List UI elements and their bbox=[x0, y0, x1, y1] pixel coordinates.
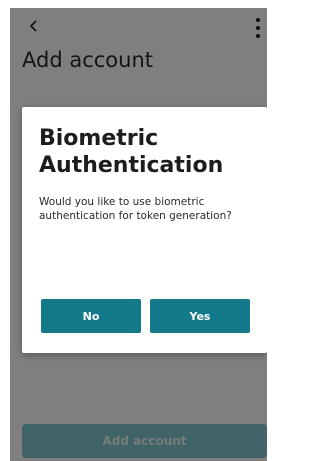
dialog-message: Would you like to use biometric authenti… bbox=[39, 196, 232, 222]
add-account-screen: Add account Add account Biometric Authen… bbox=[10, 8, 267, 461]
dialog-title: Biometric Authentication bbox=[39, 126, 224, 178]
no-button[interactable]: No bbox=[41, 299, 141, 333]
biometric-dialog: Biometric Authentication Would you like … bbox=[22, 107, 267, 353]
yes-button[interactable]: Yes bbox=[150, 299, 250, 333]
